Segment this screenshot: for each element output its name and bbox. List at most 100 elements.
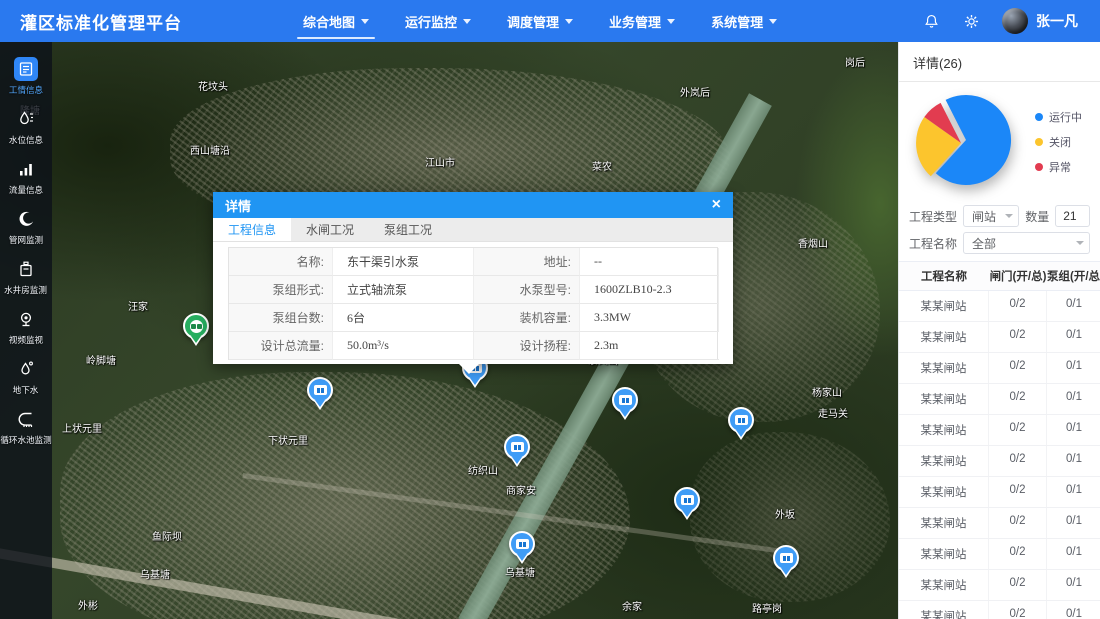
map-marker-pump-station[interactable] (728, 407, 754, 433)
sidebar-item-label: 水位信息 (9, 133, 43, 145)
sidebar-item-管网监测[interactable]: 管网监测 (0, 202, 52, 252)
sidebar-item-label: 管网监测 (9, 233, 43, 245)
sluice-gate-icon (314, 385, 327, 395)
map-place-label: 乌基塘 (140, 566, 170, 581)
map-place-label: 商家安 (506, 482, 536, 497)
chevron-down-icon (667, 19, 675, 24)
legend-label: 异常 (1049, 159, 1071, 175)
table-row[interactable]: 某某闸站0/20/1 (899, 477, 1100, 508)
legend-item-异常[interactable]: 异常 (1035, 159, 1082, 175)
water-level-icon (14, 107, 38, 131)
project-name-value: 全部 (972, 235, 996, 252)
map-marker-pump-station[interactable] (612, 387, 638, 413)
nav-item-综合地图[interactable]: 综合地图 (291, 0, 381, 42)
cell-pump-ratio: 0/1 (1047, 415, 1100, 445)
gear-icon[interactable] (962, 12, 980, 30)
field-label: 泵组台数: (229, 304, 333, 332)
table-row[interactable]: 某某闸站0/20/1 (899, 291, 1100, 322)
map-place-label: 走马关 (818, 405, 848, 420)
map[interactable]: 岗后花坟头外岚后隆塘西山塘沿江山市菜农香烟山汪家岭脚塘上状元里下状元里崇义山杨家… (0, 42, 898, 619)
table-row[interactable]: 某某闸站0/20/1 (899, 508, 1100, 539)
chevron-down-icon (463, 19, 471, 24)
table-row[interactable]: 某某闸站0/20/1 (899, 539, 1100, 570)
main-nav: 综合地图运行监控 调度管理 业务管理 系统管理 (285, 0, 795, 42)
map-place-label: 江山市 (425, 154, 455, 169)
sidebar-item-地下水[interactable]: 地下水 (0, 352, 52, 402)
nav-item-label: 系统管理 (711, 12, 763, 31)
legend-label: 运行中 (1049, 109, 1082, 125)
cell-station-name: 某某闸站 (899, 353, 989, 383)
map-urban-texture (60, 372, 630, 619)
field-value: 1600ZLB10-2.3 (580, 276, 719, 304)
sidebar-item-工情信息[interactable]: 工情信息 (0, 52, 52, 102)
field-label: 名称: (229, 248, 333, 276)
cell-pump-ratio: 0/1 (1047, 291, 1100, 321)
cell-station-name: 某某闸站 (899, 291, 989, 321)
map-marker-water-source[interactable] (183, 313, 209, 339)
map-marker-pump-station[interactable] (307, 377, 333, 403)
cell-pump-ratio: 0/1 (1047, 539, 1100, 569)
cell-station-name: 某某闸站 (899, 415, 989, 445)
legend-item-运行中[interactable]: 运行中 (1035, 109, 1082, 125)
sidebar-item-视频监视[interactable]: 视频监视 (0, 302, 52, 352)
map-road (0, 546, 398, 619)
tab-工程信息[interactable]: 工程信息 (213, 218, 291, 241)
sidebar-item-流量信息[interactable]: 流量信息 (0, 152, 52, 202)
bell-icon[interactable] (922, 12, 940, 30)
sidebar-item-循环水池监测[interactable]: 循环水池监测 (0, 402, 52, 452)
map-place-label: 香烟山 (798, 235, 828, 250)
table-row[interactable]: 某某闸站0/20/1 (899, 415, 1100, 446)
nav-item-业务管理[interactable]: 业务管理 (597, 0, 687, 42)
table-row[interactable]: 某某闸站0/20/1 (899, 322, 1100, 353)
count-label: 数量 (1025, 208, 1049, 225)
cell-gate-ratio: 0/2 (989, 322, 1047, 352)
count-input[interactable]: 21 (1055, 205, 1090, 227)
tab-泵组工况[interactable]: 泵组工况 (369, 218, 447, 241)
cell-pump-ratio: 0/1 (1047, 322, 1100, 352)
sidebar-item-水井房监测[interactable]: 水井房监测 (0, 252, 52, 302)
table-row[interactable]: 某某闸站0/20/1 (899, 601, 1100, 619)
nav-item-运行监控[interactable]: 运行监控 (393, 0, 483, 42)
field-value: 2.3m (580, 332, 719, 360)
cell-pump-ratio: 0/1 (1047, 508, 1100, 538)
legend-item-关闭[interactable]: 关闭 (1035, 134, 1082, 150)
map-marker-pump-station[interactable] (509, 531, 535, 557)
table-row[interactable]: 某某闸站0/20/1 (899, 353, 1100, 384)
map-marker-pump-station[interactable] (674, 487, 700, 513)
table-row[interactable]: 某某闸站0/20/1 (899, 446, 1100, 477)
sluice-gate-icon (735, 415, 748, 425)
panel-filters: 工程类型 闸站 数量 21 工程名称 全部 (899, 200, 1100, 261)
map-place-label: 杨家山 (812, 384, 842, 399)
table-row[interactable]: 某某闸站0/20/1 (899, 570, 1100, 601)
map-place-label: 花坟头 (198, 78, 228, 93)
chevron-down-icon (1005, 214, 1013, 218)
nav-item-系统管理[interactable]: 系统管理 (699, 0, 789, 42)
map-marker-pump-station[interactable] (504, 434, 530, 460)
nav-item-label: 调度管理 (507, 12, 559, 31)
sidebar-item-水位信息[interactable]: 水位信息 (0, 102, 52, 152)
cell-pump-ratio: 0/1 (1047, 446, 1100, 476)
field-value: 立式轴流泵 (333, 276, 474, 304)
project-name-select[interactable]: 全部 (963, 232, 1090, 254)
cell-station-name: 某某闸站 (899, 446, 989, 476)
tab-水闸工况[interactable]: 水闸工况 (291, 218, 369, 241)
popup-header: 详情 × (213, 192, 733, 218)
field-value: 6台 (333, 304, 474, 332)
groundwater-icon (14, 357, 38, 381)
close-icon[interactable]: × (712, 197, 721, 213)
user-menu[interactable]: 张一凡 (1002, 8, 1078, 34)
status-pie-block: 运行中关闭异常 (899, 82, 1100, 200)
column-header: 工程名称 (899, 262, 989, 290)
map-place-label: 下状元里 (268, 432, 308, 447)
table-row[interactable]: 某某闸站0/20/1 (899, 384, 1100, 415)
map-marker-pump-station[interactable] (773, 545, 799, 571)
cell-pump-ratio: 0/1 (1047, 601, 1100, 619)
project-type-select[interactable]: 闸站 (963, 205, 1019, 227)
field-value: 东干渠引水泵 (333, 248, 474, 276)
map-place-label: 菜农 (592, 158, 612, 173)
sidebar-item-label: 工情信息 (9, 83, 43, 95)
flow-chart-icon (14, 157, 38, 181)
field-label: 设计扬程: (474, 332, 580, 360)
nav-item-调度管理[interactable]: 调度管理 (495, 0, 585, 42)
app-title: 灌区标准化管理平台 (0, 9, 285, 34)
